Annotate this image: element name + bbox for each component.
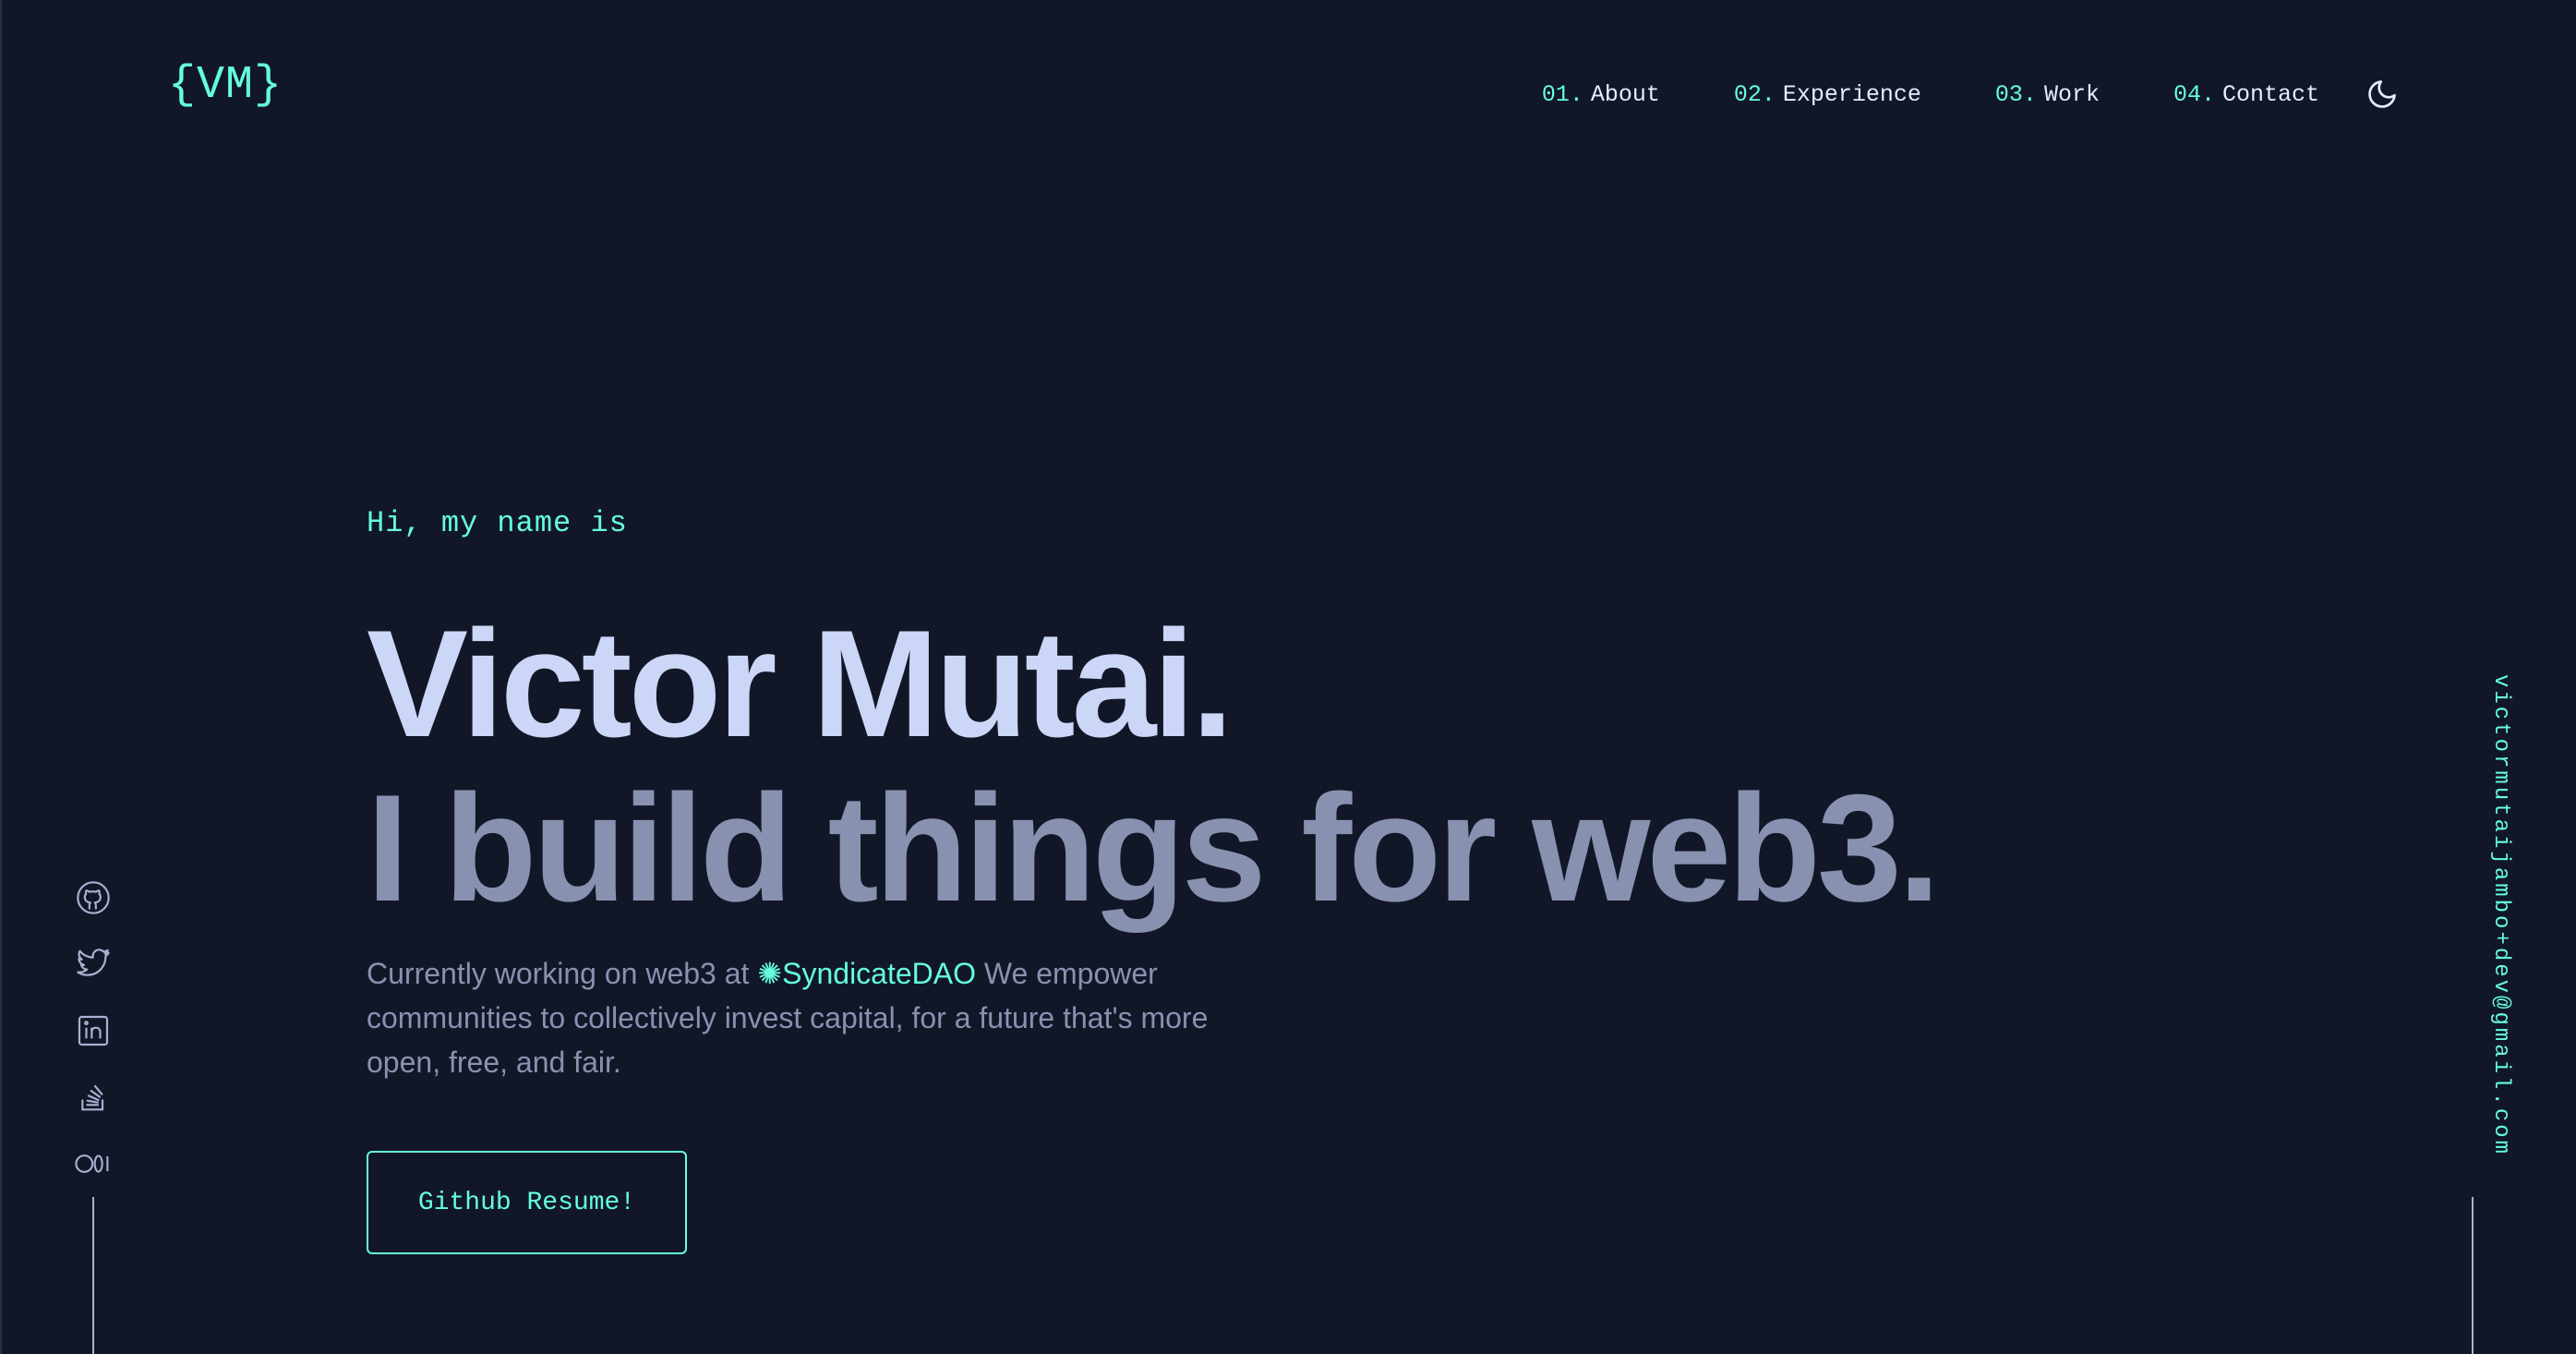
logo-text: VM: [197, 59, 255, 112]
nav-label: Work: [2043, 80, 2100, 108]
hero-greeting: Hi, my name is: [367, 506, 628, 540]
nav-label: About: [1590, 80, 1660, 108]
linkedin-icon: [78, 1015, 109, 1046]
twitter-icon: [77, 949, 110, 976]
email-link[interactable]: victormutaijambo+dev@gmail.com: [2488, 674, 2513, 1156]
github-resume-button[interactable]: Github Resume!: [367, 1151, 687, 1254]
nav-work[interactable]: 03. Work: [1995, 81, 2100, 108]
nav-number: 03.: [1994, 80, 2037, 108]
nav-label: Experience: [1782, 80, 1921, 108]
github-icon: [77, 881, 110, 914]
linkedin-link[interactable]: [73, 1010, 114, 1051]
description-text: Currently working on web3 at: [367, 957, 758, 990]
nav-number: 01.: [1541, 80, 1583, 108]
nav-label: Contact: [2221, 80, 2319, 108]
company-link[interactable]: ✺SyndicateDAO: [757, 957, 976, 990]
right-divider-line: [2472, 1197, 2474, 1354]
nav-experience[interactable]: 02. Experience: [1734, 81, 1921, 108]
medium-link[interactable]: [73, 1143, 114, 1184]
logo-brace-open: {: [168, 59, 198, 112]
left-divider-line: [92, 1197, 94, 1354]
nav-number: 04.: [2173, 80, 2215, 108]
nav-number: 02.: [1733, 80, 1776, 108]
medium-icon: [75, 1155, 109, 1173]
main-nav: 01. About 02. Experience 03. Work 04. Co…: [1542, 76, 2401, 113]
stackoverflow-icon: [81, 1084, 104, 1111]
moon-icon: [2368, 80, 2396, 108]
hero-tagline: I build things for web3.: [367, 763, 1941, 933]
nav-about[interactable]: 01. About: [1542, 81, 1660, 108]
stackoverflow-link[interactable]: [73, 1077, 114, 1118]
theme-toggle-button[interactable]: [2364, 76, 2401, 113]
logo[interactable]: {VM}: [168, 59, 283, 112]
logo-brace-close: }: [254, 59, 283, 112]
nav-contact[interactable]: 04. Contact: [2173, 81, 2319, 108]
social-links: [72, 877, 114, 1210]
github-link[interactable]: [73, 877, 114, 918]
twitter-link[interactable]: [73, 944, 114, 985]
window-edge: [0, 0, 2, 1354]
hero-name: Victor Mutai.: [367, 598, 1234, 768]
hero-section: Hi, my name is Victor Mutai. I build thi…: [367, 506, 1941, 1254]
hero-description: Currently working on web3 at ✺SyndicateD…: [367, 951, 1271, 1084]
